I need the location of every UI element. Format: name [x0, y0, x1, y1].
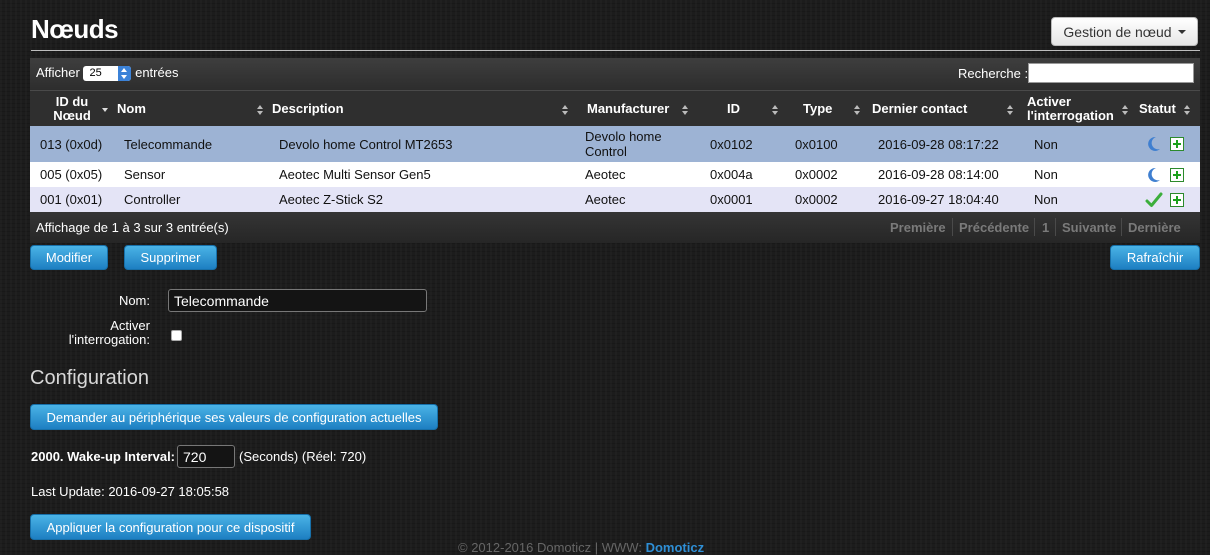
column-header-node-id[interactable]: ID du Nœud [42, 91, 102, 127]
column-header-type[interactable]: Type [803, 91, 832, 127]
cell-polling: Non [1034, 136, 1058, 152]
cell-last-contact: 2016-09-28 08:17:22 [878, 136, 999, 152]
column-header-manufacturer[interactable]: Manufacturer [587, 91, 669, 127]
pager-next[interactable]: Suivante [1062, 220, 1116, 235]
sort-icon [1122, 105, 1129, 115]
page-length-select[interactable]: 25 [83, 66, 132, 82]
delete-button[interactable]: Supprimer [124, 245, 217, 270]
cell-description: Aeotec Multi Sensor Gen5 [279, 167, 431, 182]
cell-manufacturer: Aeotec [585, 192, 626, 207]
cell-id: 0x004a [710, 167, 753, 182]
pager-divider [1055, 218, 1056, 236]
cell-last-contact: 2016-09-28 08:14:00 [878, 167, 999, 182]
add-device-icon[interactable] [1170, 137, 1184, 151]
column-header-status[interactable]: Statut [1139, 91, 1176, 127]
request-config-button[interactable]: Demander au périphérique ses valeurs de … [30, 404, 438, 430]
refresh-button[interactable]: Rafraîchir [1110, 245, 1200, 270]
cell-description: Aeotec Z-Stick S2 [279, 192, 384, 207]
wakeup-interval-suffix: (Seconds) (Réel: 720) [239, 449, 367, 464]
modify-button[interactable]: Modifier [30, 245, 108, 270]
wakeup-interval-label: 2000. Wake-up Interval: [31, 449, 176, 464]
add-device-icon[interactable] [1170, 167, 1184, 182]
sort-icon [854, 105, 861, 115]
node-management-dropdown[interactable]: Gestion de nœud [1051, 17, 1198, 46]
pager-page-number[interactable]: 1 [1042, 220, 1049, 235]
caret-down-icon [1177, 29, 1186, 34]
sort-icon [562, 105, 569, 115]
cell-name: Sensor [124, 167, 166, 182]
column-header-last-contact[interactable]: Dernier contact [872, 91, 967, 127]
table-header: ID du Nœud Nom Description Manufacturer … [30, 90, 1200, 127]
page-title: Nœuds [31, 14, 119, 44]
cell-node-id: 005 (0x05) [40, 167, 103, 182]
nodes-table-panel: Afficher 25 entrées Recherche : ID du Nœ… [30, 58, 1200, 243]
cell-type: 0x0100 [795, 136, 838, 152]
add-device-icon[interactable] [1170, 192, 1184, 207]
show-label: Afficher [36, 65, 80, 80]
cell-type: 0x0002 [795, 167, 838, 182]
polling-checkbox[interactable] [171, 330, 182, 341]
pager-divider [1121, 218, 1122, 236]
sort-icon [1184, 105, 1191, 115]
apply-config-button[interactable]: Appliquer la configuration pour ce dispo… [30, 514, 311, 540]
table-row[interactable]: 013 (0x0d) Telecommande Devolo home Cont… [30, 126, 1200, 162]
sort-icon [772, 105, 779, 115]
wakeup-interval-input[interactable]: 720 [177, 445, 235, 468]
cell-polling: Non [1034, 167, 1058, 182]
name-label: Nom: [118, 293, 150, 308]
cell-id: 0x0001 [710, 192, 753, 207]
cell-description: Devolo home Control MT2653 [279, 136, 453, 152]
polling-label: Activer l'interrogation: [68, 318, 150, 347]
sort-icon [682, 105, 689, 115]
last-update-text: Last Update: 2016-09-27 18:05:58 [31, 484, 230, 499]
page-length-control: Afficher 25 entrées [36, 65, 179, 82]
column-header-id[interactable]: ID [727, 91, 740, 127]
cell-manufacturer: Aeotec [585, 167, 626, 182]
cell-last-contact: 2016-09-27 18:04:40 [878, 192, 999, 207]
cell-id: 0x0102 [710, 136, 753, 152]
cell-type: 0x0002 [795, 192, 838, 207]
moon-icon [1148, 136, 1160, 151]
cell-node-id: 013 (0x0d) [40, 136, 103, 152]
column-header-description[interactable]: Description [272, 91, 344, 127]
checkmark-icon [1145, 192, 1163, 207]
pager-last[interactable]: Dernière [1128, 220, 1181, 235]
cell-node-id: 001 (0x01) [40, 192, 103, 207]
table-toolbar: Afficher 25 entrées Recherche : [30, 58, 1200, 90]
search-label: Recherche : [958, 66, 1029, 81]
search-input[interactable] [1028, 63, 1194, 83]
cell-name: Controller [124, 192, 181, 207]
column-header-polling[interactable]: Activer l'interrogation [1027, 91, 1122, 127]
cell-name: Telecommande [124, 136, 213, 152]
cell-manufacturer: Devolo home Control [585, 129, 662, 159]
pager-divider [952, 218, 953, 236]
spinner-arrows-icon [118, 66, 132, 82]
pager-divider [1034, 218, 1035, 236]
entries-label: entrées [135, 65, 179, 80]
column-header-name[interactable]: Nom [117, 91, 146, 127]
table-footer: Affichage de 1 à 3 sur 3 entrée(s) Premi… [30, 212, 1200, 243]
table-row[interactable]: 001 (0x01) Controller Aeotec Z-Stick S2 … [30, 187, 1200, 212]
cell-polling: Non [1034, 192, 1058, 207]
pager-previous[interactable]: Précédente [959, 220, 1029, 235]
sort-icon [257, 105, 264, 115]
sort-desc-icon [102, 105, 109, 115]
pager-first[interactable]: Première [890, 220, 946, 235]
table-row[interactable]: 005 (0x05) Sensor Aeotec Multi Sensor Ge… [30, 162, 1200, 187]
table-info: Affichage de 1 à 3 sur 3 entrée(s) [36, 220, 229, 235]
title-divider [31, 50, 1200, 51]
sort-icon [1007, 105, 1014, 115]
configuration-title: Configuration [30, 367, 149, 389]
name-input[interactable]: Telecommande [168, 289, 427, 312]
moon-icon [1148, 167, 1160, 182]
node-management-label: Gestion de nœud [1063, 23, 1172, 40]
